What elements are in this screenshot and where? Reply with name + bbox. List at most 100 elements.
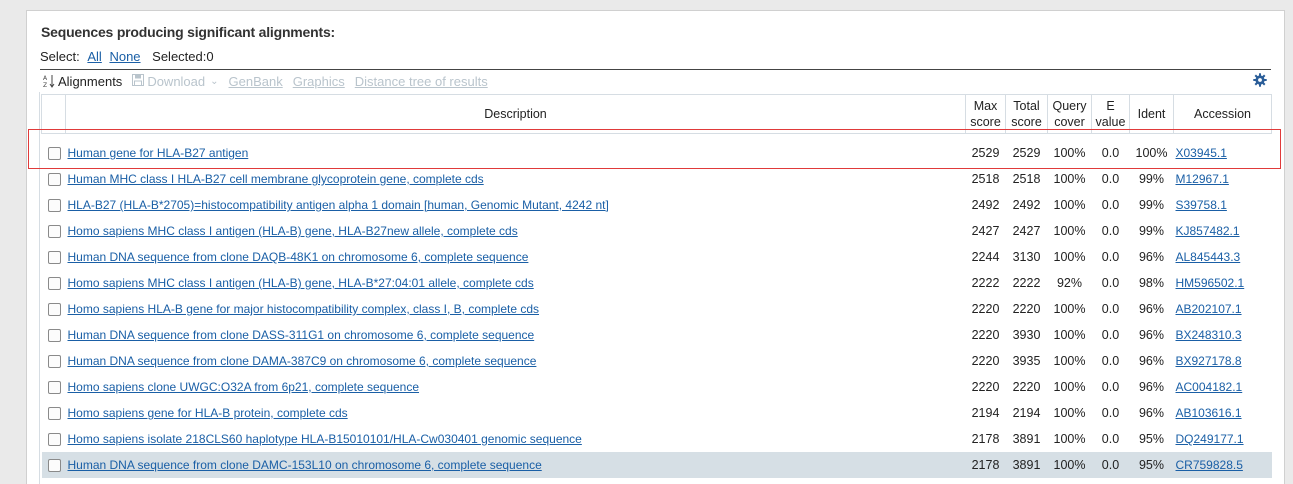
row-max-score: 2220 [971, 302, 1000, 316]
row-query-cover: 100% [1053, 354, 1086, 368]
header-total-score[interactable]: Total score [1005, 94, 1048, 134]
row-checkbox[interactable] [47, 329, 61, 343]
row-checkbox[interactable] [47, 173, 61, 187]
row-total-score: 2220 [1012, 302, 1041, 316]
row-checkbox[interactable] [47, 147, 61, 161]
results-panel: Sequences producing significant alignmen… [26, 10, 1285, 484]
row-total-score: 2492 [1012, 198, 1041, 212]
row-checkbox[interactable] [47, 277, 61, 291]
accession-link[interactable]: CR759828.5 [1176, 458, 1243, 472]
description-link[interactable]: Homo sapiens clone UWGC:O32A from 6p21, … [68, 380, 420, 394]
header-accession[interactable]: Accession [1173, 94, 1272, 134]
table-row: HLA-B27 (HLA-B*2705)=histocompatibility … [42, 192, 1272, 218]
row-description-cell: Human MHC class I HLA-B27 cell membrane … [66, 166, 966, 192]
description-link[interactable]: Homo sapiens MHC class I antigen (HLA-B)… [68, 276, 534, 290]
row-e-value: 0.0 [1101, 250, 1120, 264]
row-total-score: 3930 [1012, 328, 1041, 342]
genbank-link[interactable]: GenBank [229, 74, 283, 89]
svg-text:Z: Z [43, 82, 47, 88]
header-ident[interactable]: Ident [1129, 94, 1174, 134]
row-checkbox-cell [42, 140, 66, 166]
description-link[interactable]: Homo sapiens gene for HLA-B protein, com… [68, 406, 348, 420]
row-ident: 96% [1138, 354, 1165, 368]
row-ident: 99% [1138, 172, 1165, 186]
accession-link[interactable]: HM596502.1 [1176, 276, 1245, 290]
row-checkbox[interactable] [47, 381, 61, 395]
row-e-value: 0.0 [1091, 452, 1130, 478]
sort-az-icon: A Z [43, 74, 55, 88]
results-table-wrap: Description Max score Total score Query cov… [41, 94, 1272, 478]
description-link[interactable]: Human DNA sequence from clone DAMC-153L1… [68, 458, 542, 472]
table-row: Human DNA sequence from clone DAQB-48K1 … [42, 244, 1272, 270]
description-link[interactable]: Human DNA sequence from clone DAQB-48K1 … [68, 250, 529, 264]
table-row: Homo sapiens MHC class I antigen (HLA-B)… [42, 270, 1272, 296]
accession-link[interactable]: AB202107.1 [1176, 302, 1242, 316]
download-button[interactable]: Download ⌄ [132, 73, 219, 89]
row-description-cell: Homo sapiens clone UWGC:O32A from 6p21, … [66, 374, 966, 400]
select-none-link[interactable]: None [109, 49, 140, 64]
accession-link[interactable]: AC004182.1 [1176, 380, 1243, 394]
row-total-score: 3130 [1012, 250, 1041, 264]
accession-link[interactable]: AL845443.3 [1176, 250, 1241, 264]
header-description[interactable]: Description [65, 94, 966, 134]
row-checkbox[interactable] [47, 407, 61, 421]
accession-link[interactable]: AB103616.1 [1176, 406, 1242, 420]
row-total-score: 3891 [1005, 452, 1048, 478]
row-ident: 96% [1138, 328, 1165, 342]
row-total-score: 2427 [1012, 224, 1041, 238]
toolbar-divider [40, 69, 1271, 70]
accession-link[interactable]: X03945.1 [1176, 146, 1227, 160]
row-e-value: 0.0 [1101, 198, 1120, 212]
row-accession-cell: S39758.1 [1174, 192, 1272, 218]
chevron-down-icon: ⌄ [210, 75, 219, 87]
table-row: Homo sapiens isolate 218CLS60 haplotype … [42, 426, 1272, 452]
floppy-disk-icon [132, 73, 145, 89]
table-row: Human DNA sequence from clone DAMC-153L1… [41, 452, 1272, 478]
description-link[interactable]: Human gene for HLA-B27 antigen [68, 146, 249, 160]
distance-tree-link[interactable]: Distance tree of results [355, 74, 488, 89]
header-query-cover[interactable]: Query cover [1047, 94, 1092, 134]
row-e-value: 0.0 [1101, 302, 1120, 316]
accession-link[interactable]: BX927178.8 [1176, 354, 1242, 368]
accession-link[interactable]: BX248310.3 [1176, 328, 1242, 342]
description-link[interactable]: Human DNA sequence from clone DASS-311G1… [68, 328, 535, 342]
table-header-row: Description Max score Total score Query cov… [41, 94, 1272, 134]
graphics-link[interactable]: Graphics [293, 74, 345, 89]
description-link[interactable]: Homo sapiens isolate 218CLS60 haplotype … [68, 432, 582, 446]
row-max-score: 2244 [971, 250, 1000, 264]
description-link[interactable]: Homo sapiens MHC class I antigen (HLA-B)… [68, 224, 518, 238]
description-link[interactable]: HLA-B27 (HLA-B*2705)=histocompatibility … [68, 198, 609, 212]
description-link[interactable]: Human DNA sequence from clone DAMA-387C9… [68, 354, 537, 368]
accession-link[interactable]: KJ857482.1 [1176, 224, 1240, 238]
accession-link[interactable]: S39758.1 [1176, 198, 1227, 212]
row-checkbox[interactable] [47, 355, 61, 369]
description-link[interactable]: Homo sapiens HLA-B gene for major histoc… [68, 302, 540, 316]
row-accession-cell: BX248310.3 [1174, 322, 1272, 348]
row-description-cell: Homo sapiens MHC class I antigen (HLA-B)… [66, 218, 966, 244]
row-ident: 100% [1135, 146, 1168, 160]
select-all-link[interactable]: All [87, 49, 101, 64]
alignments-button[interactable]: A Z Alignments [43, 74, 122, 89]
accession-link[interactable]: M12967.1 [1176, 172, 1229, 186]
row-checkbox[interactable] [47, 303, 61, 317]
row-checkbox[interactable] [47, 251, 61, 265]
table-row: Human DNA sequence from clone DASS-311G1… [42, 322, 1272, 348]
description-link[interactable]: Human MHC class I HLA-B27 cell membrane … [68, 172, 484, 186]
row-checkbox[interactable] [47, 433, 61, 447]
row-ident: 95% [1138, 432, 1165, 446]
row-max-score: 2194 [971, 406, 1000, 420]
row-checkbox[interactable] [47, 225, 61, 239]
header-e-value[interactable]: Evalue [1091, 94, 1130, 134]
results-table: Description Max score Total score Query cov… [41, 94, 1272, 478]
accession-link[interactable]: DQ249177.1 [1176, 432, 1244, 446]
row-e-value: 0.0 [1101, 380, 1120, 394]
table-row: Homo sapiens gene for HLA-B protein, com… [42, 400, 1272, 426]
row-accession-cell: DQ249177.1 [1174, 426, 1272, 452]
row-e-value: 0.0 [1101, 328, 1120, 342]
gear-icon[interactable] [1253, 73, 1267, 87]
row-accession-cell: AB103616.1 [1174, 400, 1272, 426]
row-checkbox[interactable] [47, 459, 61, 473]
header-max-score[interactable]: Max score [965, 94, 1006, 134]
row-total-score: 3935 [1012, 354, 1041, 368]
row-checkbox[interactable] [47, 199, 61, 213]
